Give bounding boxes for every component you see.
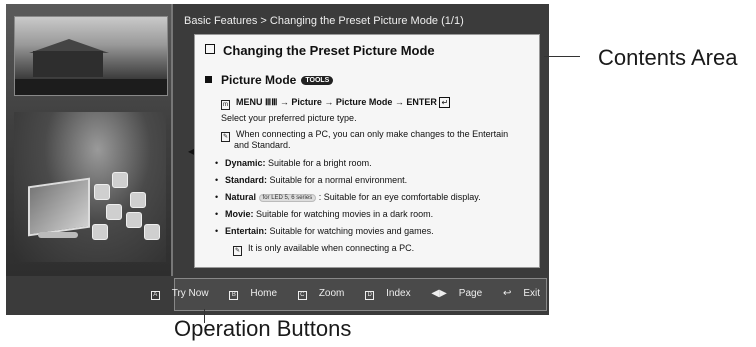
sub-note: ✎ It is only available when connecting a … [233, 243, 415, 256]
operation-buttons-bar: A Try Now B Home C Zoom D Index ◀▶ Page ↩ Exit [150, 278, 547, 311]
contents-area-callout: Contents Area [598, 45, 738, 70]
list-item: Standard: Suitable for a normal environm… [215, 175, 407, 185]
try-now-button[interactable]: A Try Now [142, 288, 209, 300]
operations: A Try Now B Home C Zoom D Index ◀▶ Page ↩ Exit [133, 288, 540, 300]
list-item: Dynamic: Suitable for a bright room. [215, 158, 372, 168]
index-button[interactable]: D Index [356, 288, 411, 300]
operation-buttons-callout: Operation Buttons [174, 316, 352, 341]
contents-area: Changing the Preset Picture Mode Picture… [194, 34, 540, 268]
landscape-thumbnail [14, 16, 168, 96]
tv-screen: Basic Features > Changing the Preset Pic… [6, 4, 549, 315]
instruction-text: Select your preferred picture type. [221, 113, 357, 123]
tools-badge: TOOLS [301, 76, 334, 85]
note-icon: ✎ [221, 132, 230, 142]
list-item: Movie: Suitable for watching movies in a… [215, 209, 433, 219]
list-item: Entertain: Suitable for watching movies … [215, 226, 434, 236]
enter-icon: ↵ [439, 97, 451, 108]
list-item: Natural for LED 5, 6 series : Suitable f… [215, 192, 481, 202]
tv-illustration [14, 112, 166, 262]
divider [171, 4, 173, 276]
model-badge: for LED 5, 6 series [258, 194, 317, 202]
menu-path: m MENU ⅢⅢ → Picture → Picture Mode → ENTE… [221, 97, 451, 110]
page-button[interactable]: ◀▶ Page [422, 288, 482, 299]
menu-icon: m [221, 100, 230, 110]
page-title: Changing the Preset Picture Mode [205, 43, 435, 58]
exit-button[interactable]: ↩ Exit [494, 288, 540, 299]
breadcrumb: Basic Features > Changing the Preset Pic… [184, 15, 464, 27]
section-title: Picture Mode TOOLS [205, 73, 334, 87]
home-button[interactable]: B Home [220, 288, 277, 300]
note-icon: ✎ [233, 246, 242, 256]
zoom-button[interactable]: C Zoom [289, 288, 344, 300]
contents-area-leader [544, 56, 580, 57]
left-panel [6, 4, 171, 276]
note-continued: and Standard. [234, 140, 291, 150]
